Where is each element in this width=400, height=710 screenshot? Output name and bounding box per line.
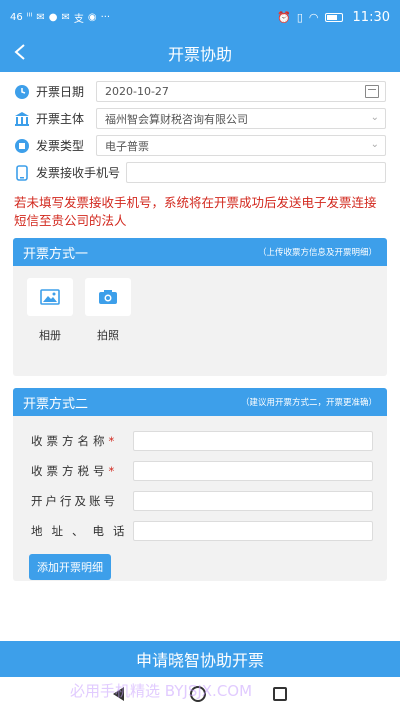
nav-home-icon[interactable] — [190, 685, 207, 702]
bank-account-input[interactable] — [133, 491, 373, 511]
type-label: 发票类型 — [36, 139, 85, 153]
entity-value: 福州智会算财税咨询有限公司 — [105, 112, 248, 126]
date-field[interactable]: 2020-10-27 — [96, 81, 386, 102]
payee-tax-row: 收票方税号* — [13, 456, 387, 486]
phone-label: 发票接收手机号 — [36, 166, 121, 180]
wifi-icon: ◠ — [308, 10, 319, 24]
method-one-note: （上传收票方信息及开票明细） — [257, 248, 377, 258]
header: 46 ᴵᴵᴵ ✉ ● ✉ 支 ◉ ··· ⏰ ▯ ◠ 11:30 开票协助 — [0, 0, 400, 72]
add-invoice-detail-button[interactable]: 添加开票明细 — [29, 554, 111, 580]
upload-options: 相册 拍照 — [13, 266, 387, 376]
phone-icon — [14, 164, 30, 181]
navbar: 开票协助 — [0, 34, 400, 72]
method-one-title: 开票方式一 — [23, 246, 89, 262]
more-icon: ··· — [100, 11, 111, 23]
app-icon: ◉ — [87, 11, 97, 23]
message-icon: ✉ — [36, 11, 45, 23]
chevron-down-icon: ⌄ — [370, 139, 379, 150]
address-row: 地址、电话 — [13, 516, 387, 546]
entity-label: 开票主体 — [36, 112, 85, 126]
clock-icon — [14, 84, 30, 100]
signal-icon: 46 — [10, 11, 23, 23]
method-two-header: 开票方式二 （建议用开票方式二，开票更准确） — [13, 388, 387, 416]
address-input[interactable] — [133, 521, 373, 541]
phone-input[interactable] — [126, 162, 386, 183]
image-icon[interactable] — [27, 278, 73, 316]
alarm-icon: ⏰ — [277, 10, 291, 24]
album-option[interactable]: 相册 — [27, 278, 73, 376]
album-label: 相册 — [39, 329, 61, 342]
payee-tax-label: 收票方税号* — [31, 464, 115, 478]
date-row: 开票日期 2020-10-27 — [14, 78, 386, 105]
method-two-note: （建议用开票方式二，开票更准确） — [240, 398, 377, 408]
type-value: 电子普票 — [105, 139, 149, 153]
address-label: 地址、电话 — [31, 524, 134, 538]
battery-icon — [324, 12, 343, 22]
payee-name-input[interactable] — [133, 431, 373, 451]
date-value: 2020-10-27 — [105, 85, 169, 98]
camera-icon[interactable] — [85, 278, 131, 316]
phone-row: 发票接收手机号 — [14, 159, 386, 186]
chat-icon: ● — [48, 11, 58, 23]
signal-strength-icon: ᴵᴵᴵ — [26, 11, 33, 23]
entity-row: 开票主体 福州智会算财税咨询有限公司 ⌄ — [14, 105, 386, 132]
status-time: 11:30 — [352, 9, 390, 25]
invoice-type-icon — [14, 138, 30, 154]
method-two-title: 开票方式二 — [23, 396, 89, 412]
type-row: 发票类型 电子普票 ⌄ — [14, 132, 386, 159]
alipay-icon: 支 — [73, 13, 84, 25]
system-nav-bar — [0, 677, 400, 710]
method-two-card: 开票方式二 （建议用开票方式二，开票更准确） 收票方名称* 收票方税号* 开户行… — [13, 388, 387, 581]
type-select[interactable]: 电子普票 ⌄ — [96, 135, 386, 156]
nav-recent-icon[interactable] — [272, 686, 287, 701]
calendar-icon[interactable] — [365, 85, 379, 98]
vibrate-icon: ▯ — [296, 10, 303, 24]
method-one-card: 开票方式一 （上传收票方信息及开票明细） 相册 拍照 — [13, 238, 387, 376]
chevron-down-icon: ⌄ — [370, 112, 379, 123]
page-title: 开票协助 — [167, 45, 232, 64]
method-one-header: 开票方式一 （上传收票方信息及开票明细） — [13, 238, 387, 266]
payee-name-label: 收票方名称* — [31, 434, 115, 448]
date-label: 开票日期 — [36, 85, 85, 99]
payee-tax-input[interactable] — [133, 461, 373, 481]
entity-select[interactable]: 福州智会算财税咨询有限公司 ⌄ — [96, 108, 386, 129]
bank-account-row: 开户行及账号 — [13, 486, 387, 516]
status-icons: 46 ᴵᴵᴵ ✉ ● ✉ 支 ◉ ··· — [10, 10, 110, 25]
status-bar: 46 ᴵᴵᴵ ✉ ● ✉ 支 ◉ ··· ⏰ ▯ ◠ 11:30 — [0, 0, 400, 34]
nav-back-icon[interactable] — [113, 686, 125, 701]
status-right: ⏰ ▯ ◠ 11:30 — [277, 10, 390, 25]
submit-button[interactable]: 申请晓智协助开票 — [0, 641, 400, 677]
warning-text: 若未填写发票接收手机号，系统将在开票成功后发送电子发票连接短信至贵公司的法人 — [14, 195, 377, 228]
back-icon[interactable] — [10, 42, 30, 66]
bank-account-label: 开户行及账号 — [31, 494, 118, 508]
payee-name-row: 收票方名称* — [13, 426, 387, 456]
camera-label: 拍照 — [97, 329, 119, 342]
bank-icon — [14, 111, 30, 127]
mail-icon: ✉ — [61, 11, 70, 23]
camera-option[interactable]: 拍照 — [85, 278, 131, 376]
